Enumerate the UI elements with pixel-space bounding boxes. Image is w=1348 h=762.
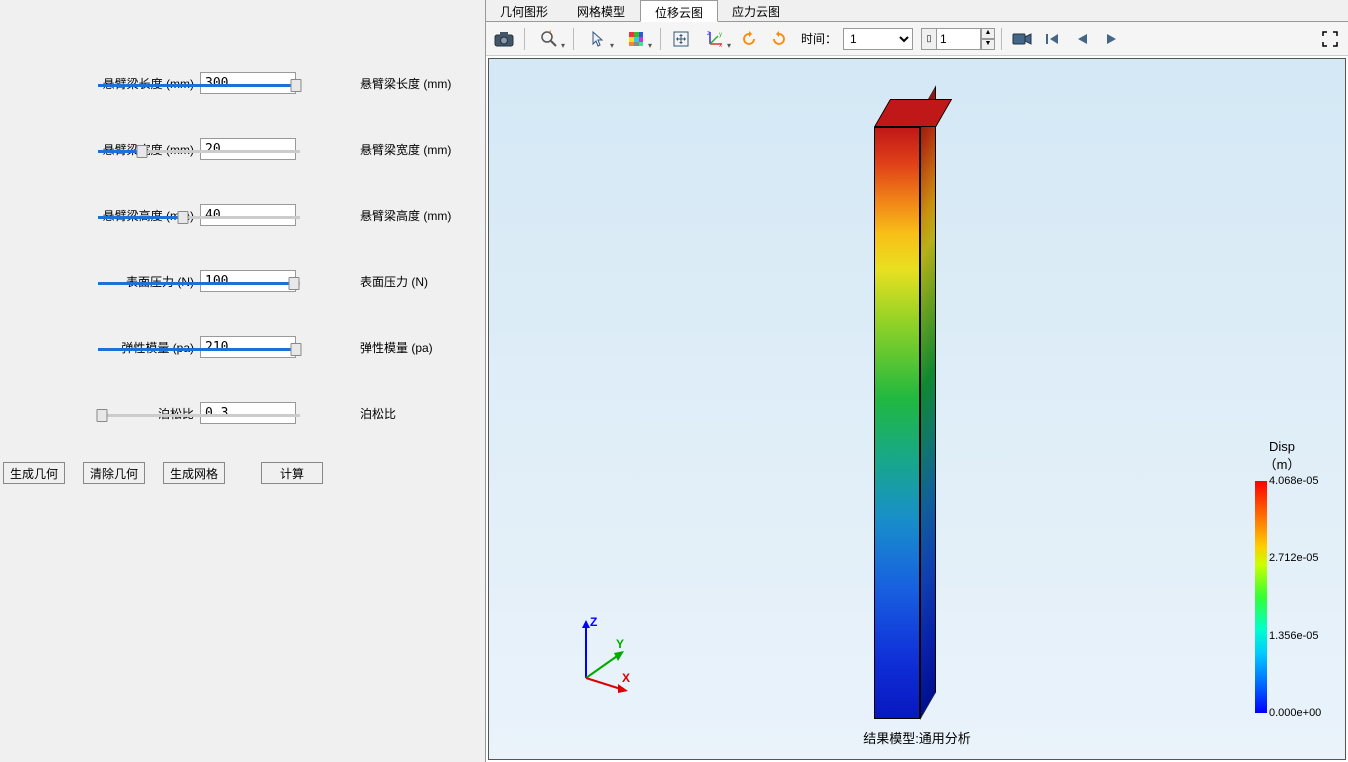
select-icon[interactable]: [580, 26, 616, 52]
param-label-right: 悬臂梁宽度 (mm): [360, 141, 451, 158]
zoom-icon[interactable]: [531, 26, 567, 52]
param-label: 悬臂梁宽度 (mm): [0, 141, 200, 158]
param-label-right: 悬臂梁高度 (mm): [360, 207, 451, 224]
svg-text:Y: Y: [616, 637, 624, 651]
frame-input[interactable]: [937, 28, 981, 50]
param-label-right: 泊松比: [360, 405, 396, 422]
result-viewport[interactable]: Z Y X Disp （m） 4.068e-052.712e-051.356e-…: [488, 58, 1346, 760]
time-label: 时间：: [801, 30, 837, 47]
svg-text:z: z: [707, 31, 710, 37]
view-tabs: 几何图形网格模型位移云图应力云图: [486, 0, 1348, 22]
param-label-right: 弹性模量 (pa): [360, 339, 433, 356]
param-label-right: 悬臂梁长度 (mm): [360, 75, 451, 92]
parameters-panel: 悬臂梁长度 (mm) 悬臂梁长度 (mm) 悬臂梁宽度 (mm) 悬臂梁宽度 (…: [0, 0, 485, 762]
generate-mesh-button[interactable]: 生成网格: [163, 462, 225, 484]
tab-3[interactable]: 应力云图: [718, 0, 795, 21]
camera-icon[interactable]: [490, 26, 518, 52]
generate-geometry-button[interactable]: 生成几何: [3, 462, 65, 484]
param-slider-0[interactable]: [98, 84, 300, 87]
coordinate-axes: Z Y X: [574, 614, 644, 694]
svg-text:Z: Z: [590, 615, 597, 629]
skip-first-icon[interactable]: [1038, 26, 1066, 52]
param-slider-3[interactable]: [98, 282, 300, 285]
spin-end-button[interactable]: ▯: [921, 28, 937, 50]
param-label: 悬臂梁长度 (mm): [0, 75, 200, 92]
beam-model: [874, 99, 936, 719]
legend-tick: 0.000e+00: [1269, 707, 1339, 719]
result-caption: 结果模型:通用分析: [489, 728, 1345, 747]
rotate-cw-icon[interactable]: [765, 26, 793, 52]
param-input-1[interactable]: [200, 138, 296, 160]
tab-0[interactable]: 几何图形: [486, 0, 563, 21]
param-slider-1[interactable]: [98, 150, 300, 153]
legend-unit: （m）: [1237, 454, 1327, 473]
clear-geometry-button[interactable]: 清除几何: [83, 462, 145, 484]
color-legend: Disp （m） 4.068e-052.712e-051.356e-050.00…: [1237, 439, 1327, 713]
param-input-4[interactable]: [200, 336, 296, 358]
time-select[interactable]: 1: [843, 28, 913, 50]
axis-icon[interactable]: y z x: [697, 26, 733, 52]
play-forward-icon[interactable]: [1098, 26, 1126, 52]
cube-color-icon[interactable]: [618, 26, 654, 52]
param-input-2[interactable]: [200, 204, 296, 226]
spin-up-button[interactable]: ▲: [981, 28, 995, 39]
param-slider-2[interactable]: [98, 216, 300, 219]
tab-2[interactable]: 位移云图: [640, 0, 718, 22]
param-input-0[interactable]: [200, 72, 296, 94]
param-label-right: 表面压力 (N): [360, 273, 428, 290]
viewer-toolbar: y z x 时间： 1 ▯ ▲ ▼: [486, 22, 1348, 56]
param-slider-5[interactable]: [98, 414, 300, 417]
fullscreen-icon[interactable]: [1316, 26, 1344, 52]
fit-icon[interactable]: [667, 26, 695, 52]
param-input-5[interactable]: [200, 402, 296, 424]
param-input-3[interactable]: [200, 270, 296, 292]
play-reverse-icon[interactable]: [1068, 26, 1096, 52]
video-camera-icon[interactable]: [1008, 26, 1036, 52]
param-label: 弹性模量 (pa): [0, 339, 200, 356]
legend-tick: 4.068e-05: [1269, 475, 1339, 487]
calculate-button[interactable]: 计算: [261, 462, 323, 484]
svg-text:X: X: [622, 671, 630, 685]
tab-1[interactable]: 网格模型: [563, 0, 640, 21]
svg-text:y: y: [719, 32, 722, 38]
legend-title: Disp: [1237, 439, 1327, 454]
legend-tick: 1.356e-05: [1269, 630, 1339, 642]
rotate-ccw-icon[interactable]: [735, 26, 763, 52]
param-slider-4[interactable]: [98, 348, 300, 351]
spin-down-button[interactable]: ▼: [981, 39, 995, 50]
param-label: 悬臂梁高度 (mm): [0, 207, 200, 224]
param-label: 表面压力 (N): [0, 273, 200, 290]
legend-tick: 2.712e-05: [1269, 552, 1339, 564]
svg-text:x: x: [719, 43, 722, 48]
